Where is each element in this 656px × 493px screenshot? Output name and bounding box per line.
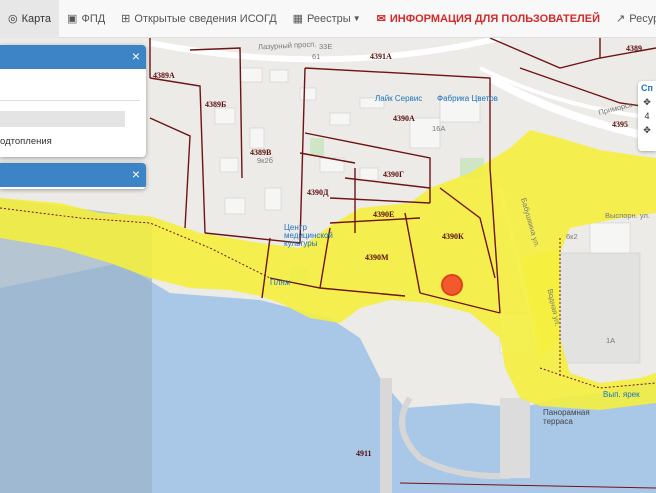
comments-icon: ✉ <box>376 13 386 25</box>
quarter-label: 4395 <box>612 120 628 129</box>
caret-down-icon: ▼ <box>352 14 361 23</box>
quarter-label: 4389А <box>153 71 175 80</box>
panel-text: одтопления <box>0 136 52 147</box>
layer-info-panel: × одтопления <box>0 45 146 157</box>
map-label: 16А <box>432 124 446 133</box>
nav-fpd-tab[interactable]: ▣ ФПД <box>59 0 113 38</box>
panel-header: × <box>0 45 146 69</box>
panel-field[interactable] <box>0 111 125 127</box>
poi-label[interactable]: Вып. ярек <box>603 390 640 399</box>
plus-square-icon: ⊞ <box>121 13 131 25</box>
close-icon[interactable]: × <box>132 166 140 182</box>
poi-label[interactable]: Пляж <box>270 278 290 287</box>
map-label: 6к2 <box>566 232 578 241</box>
quarter-label: 4389Б <box>205 100 227 109</box>
quarter-label: 4911 <box>356 449 372 458</box>
nav-isogd-tab[interactable]: ⊞ Открытые сведения ИСОГД <box>113 0 284 38</box>
location-marker[interactable] <box>441 274 463 296</box>
quarter-label: 4389 <box>626 44 642 53</box>
quarter-label: 4390Е <box>373 210 395 219</box>
nav-registries-dropdown[interactable]: ▦ Реестры ▼ <box>285 0 369 38</box>
map-label: 33Е <box>319 42 333 51</box>
globe-icon: ◎ <box>8 13 18 25</box>
map-icon: ▣ <box>67 13 78 25</box>
quarter-label: 4390К <box>442 232 464 241</box>
quarter-label: 4390М <box>365 253 389 262</box>
quarter-label: 4390А <box>393 114 415 123</box>
move-icon[interactable]: ✥ <box>638 95 656 109</box>
poi-label[interactable]: Центр медицинской культуры <box>284 224 334 248</box>
nav-resources-label: Ресурсы <box>629 12 656 25</box>
control-label: Сп <box>641 83 653 93</box>
nav-user-info-label: ИНФОРМАЦИЯ ДЛЯ ПОЛЬЗОВАТЕЛЕЙ <box>389 12 601 25</box>
poi-label[interactable]: Лайк Сервис <box>375 94 422 103</box>
street-label: Выспорн. ул. <box>605 211 650 220</box>
nav-resources-dropdown[interactable]: ↗ Ресурсы ▼ <box>608 0 656 38</box>
nav-fpd-label: ФПД <box>81 12 106 25</box>
map-side-control[interactable]: Сп ✥ 4 ✥ <box>638 81 656 151</box>
poi-label[interactable]: Панорамная терраса <box>543 408 599 426</box>
nav-map-tab[interactable]: ◎ Карта <box>0 0 60 38</box>
map-label: 1А <box>606 336 616 345</box>
nav-user-info-link[interactable]: ✉ ИНФОРМАЦИЯ ДЛЯ ПОЛЬЗОВАТЕЛЕЙ <box>369 0 608 38</box>
nav-isogd-label: Открытые сведения ИСОГД <box>134 12 277 25</box>
quarter-label: 4390Г <box>383 170 405 179</box>
close-icon[interactable]: × <box>132 48 140 64</box>
nav-registries-label: Реестры <box>307 12 351 25</box>
external-link-icon: ↗ <box>616 13 626 25</box>
secondary-panel: × <box>0 163 146 189</box>
table-icon: ▦ <box>292 13 304 25</box>
divider <box>0 100 140 101</box>
move-icon[interactable]: ✥ <box>638 123 656 137</box>
quarter-label: 4391А <box>370 52 392 61</box>
nav-map-label: Карта <box>21 12 52 25</box>
map-label: 9к2б <box>257 156 273 165</box>
control-value: 4 <box>644 111 650 121</box>
poi-label[interactable]: Фабрика Цветов <box>437 94 498 103</box>
map-label: 61 <box>312 52 321 61</box>
navbar: ◎ Карта ▣ ФПД ⊞ Открытые сведения ИСОГД … <box>0 0 656 38</box>
panel-header: × <box>0 163 146 187</box>
quarter-label: 4390Д <box>307 188 329 197</box>
